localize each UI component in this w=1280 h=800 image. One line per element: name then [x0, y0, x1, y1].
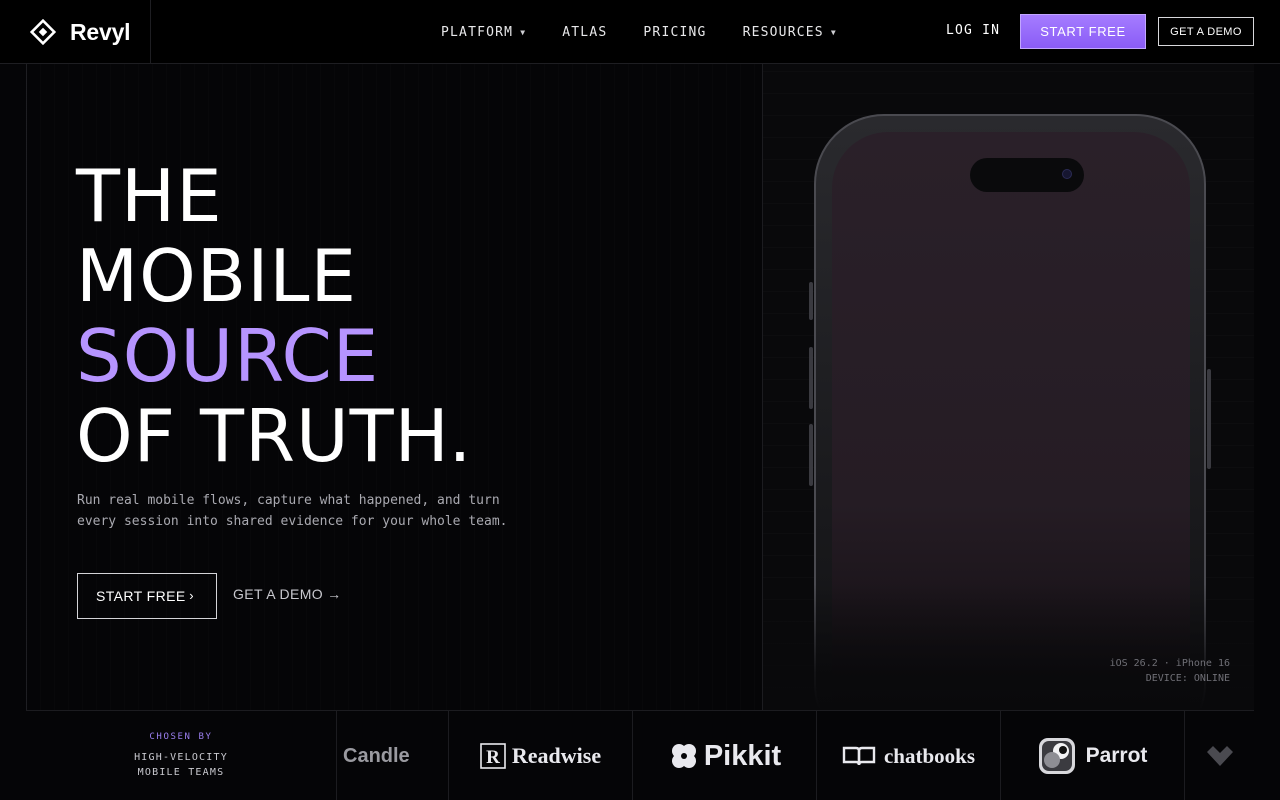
parrot-logo-text: Parrot — [1085, 744, 1148, 767]
candle-logo: Candle — [343, 744, 410, 767]
device-info: iOS 26.2 · iPhone 16 DEVICE: ONLINE — [1110, 656, 1230, 686]
phone-side-button — [809, 347, 813, 409]
chatbooks-logo-text: chatbooks — [883, 743, 976, 768]
main-nav: PLATFORM ▼ ATLAS PRICING RESOURCES ▼ — [441, 0, 873, 64]
parrot-app-icon — [1038, 738, 1075, 774]
headline-line-4: OF TRUTH. — [76, 394, 473, 478]
chevron-right-icon: › — [189, 588, 194, 603]
logo-parrot: Parrot — [1001, 711, 1185, 800]
nav-pricing[interactable]: PRICING — [643, 25, 706, 40]
diamond-logo-icon — [30, 19, 56, 45]
hero-get-demo-link[interactable]: GET A DEMO → — [233, 586, 342, 602]
customer-logo-strip: CHOSEN BY HIGH-VELOCITY MOBILE TEAMS Can… — [26, 710, 1254, 800]
partial-logo-icon — [1206, 746, 1233, 766]
readwise-logo-text: Readwise — [511, 743, 602, 768]
hero-start-free-label: START FREE — [96, 588, 186, 604]
brand-home-link[interactable]: Revyl — [0, 0, 151, 64]
chosen-title-line-1: HIGH-VELOCITY — [134, 752, 228, 763]
headline-line-1: THE — [76, 154, 223, 238]
open-book-icon — [842, 746, 876, 766]
phone-fade-overlay — [763, 584, 1254, 710]
start-free-button[interactable]: START FREE — [1020, 14, 1146, 49]
readwise-r-icon: R — [480, 743, 506, 769]
logo-candle: Candle — [337, 711, 449, 800]
top-nav: Revyl PLATFORM ▼ ATLAS PRICING RESOURCES… — [0, 0, 1280, 64]
brand-name: Revyl — [70, 18, 131, 45]
subtext-line-1: Run real mobile flows, capture what happ… — [77, 493, 500, 508]
arrow-right-icon: → — [327, 586, 342, 602]
dynamic-island — [970, 158, 1084, 192]
headline-line-3-accent: SOURCE — [76, 314, 380, 398]
logo-chatbooks: chatbooks — [817, 711, 1001, 800]
device-status: DEVICE: ONLINE — [1145, 673, 1230, 684]
device-os: iOS 26.2 · iPhone 16 — [1109, 658, 1230, 669]
headline-line-2: MOBILE — [76, 234, 358, 318]
login-link[interactable]: LOG IN — [946, 23, 1000, 38]
caret-down-icon: ▼ — [520, 27, 527, 37]
nav-pricing-label: PRICING — [643, 24, 707, 40]
caret-down-icon: ▼ — [830, 27, 837, 37]
nav-atlas-label: ATLAS — [562, 24, 608, 40]
pikkit-clover-icon — [671, 744, 696, 768]
chosen-by-label: CHOSEN BY HIGH-VELOCITY MOBILE TEAMS — [26, 711, 337, 800]
hero-get-demo-label: GET A DEMO — [233, 586, 324, 602]
hero-start-free-button[interactable]: START FREE › — [77, 573, 217, 619]
nav-atlas[interactable]: ATLAS — [562, 25, 607, 40]
get-demo-button[interactable]: GET A DEMO — [1158, 17, 1254, 46]
nav-resources-label: RESOURCES — [742, 24, 824, 40]
nav-platform-label: PLATFORM — [441, 24, 514, 40]
nav-platform[interactable]: PLATFORM ▼ — [441, 25, 526, 40]
nav-resources[interactable]: RESOURCES ▼ — [743, 25, 837, 40]
svg-text:R: R — [486, 747, 500, 768]
phone-side-button — [809, 424, 813, 486]
hero-subtext: Run real mobile flows, capture what happ… — [77, 490, 547, 532]
hero-headline: THE MOBILE SOURCE OF TRUTH. — [76, 156, 472, 476]
phone-side-button — [809, 282, 813, 320]
phone-side-button — [1207, 369, 1211, 469]
device-preview-panel: iOS 26.2 · iPhone 16 DEVICE: ONLINE — [763, 64, 1254, 710]
pikkit-logo-text: Pikkit — [703, 739, 782, 772]
chosen-kicker: CHOSEN BY — [149, 732, 213, 742]
subtext-line-2: every session into shared evidence for y… — [77, 514, 508, 529]
chosen-title: HIGH-VELOCITY MOBILE TEAMS — [26, 750, 336, 780]
logo-pikkit: Pikkit — [633, 711, 817, 800]
camera-icon — [1062, 169, 1072, 179]
logo-partial — [1185, 711, 1254, 800]
chosen-title-line-2: MOBILE TEAMS — [137, 767, 225, 778]
logo-readwise: R Readwise — [449, 711, 633, 800]
